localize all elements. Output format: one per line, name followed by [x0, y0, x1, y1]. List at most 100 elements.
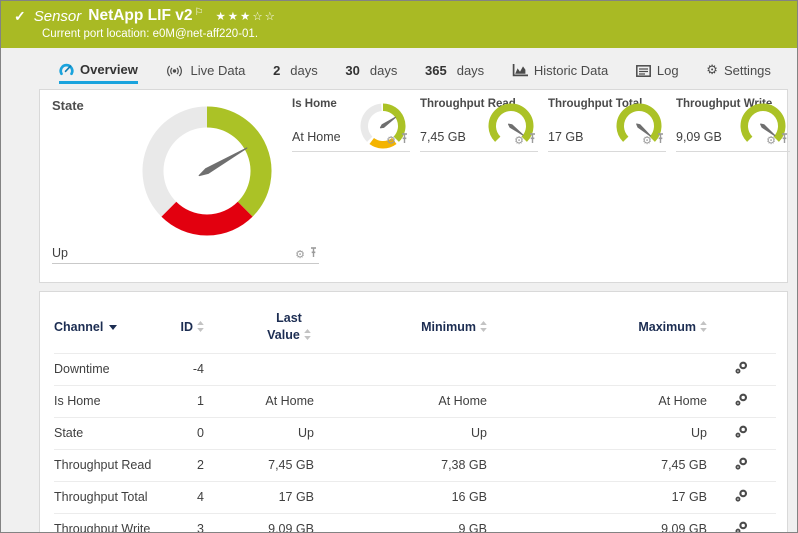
sensor-kind-label: Sensor [34, 8, 82, 25]
tab-bar: Overview Live Data 2 days 30 days 365 days Histo… [1, 48, 797, 87]
sensor-subtitle: Current port location: e0M@net-aff220-01… [42, 28, 787, 40]
channel-id-cell: 2 [154, 449, 204, 481]
channel-settings-icon[interactable] [735, 393, 748, 409]
gauge-pin-icon[interactable] [529, 131, 536, 149]
tab-30-days[interactable]: 30 days [345, 57, 397, 84]
state-gauge-footer: Up ⚙ [52, 242, 319, 264]
channel-name-cell: Throughput Total [54, 481, 154, 513]
channel-minimum-cell [314, 353, 487, 385]
table-row: Downtime-4 [54, 353, 776, 385]
channel-settings-icon[interactable] [735, 457, 748, 473]
gauge-pin-icon[interactable] [310, 247, 317, 261]
sensor-header: ✓ Sensor NetApp LIF v2 ⚐ ★★★☆☆ Current p… [1, 1, 797, 48]
sensor-title: NetApp LIF v2 [88, 7, 192, 25]
tab-label: Settings [724, 63, 771, 78]
gauge-settings-gear-icon[interactable]: ⚙ [766, 135, 776, 146]
mini-gauge-row: Is HomeAt Home⚙Throughput Read7,45 GB⚙Th… [292, 90, 790, 152]
channel-table: Channel ID Last Value Minimum Maximum Do… [54, 302, 776, 533]
tab-label: Historic Data [534, 63, 608, 78]
channel-name-cell: Throughput Read [54, 449, 154, 481]
tab-historic-data[interactable]: Historic Data [512, 57, 608, 84]
table-row: Throughput Write39,09 GB9 GB9,09 GB [54, 513, 776, 533]
tab-label: days [290, 63, 317, 78]
gauge-settings-gear-icon[interactable]: ⚙ [514, 135, 524, 146]
tab-label: Log [657, 63, 679, 78]
gauge-settings-gear-icon[interactable]: ⚙ [386, 135, 396, 146]
channel-maximum-cell: At Home [487, 385, 707, 417]
channel-last-value-cell [204, 353, 314, 385]
channel-id-cell: 0 [154, 417, 204, 449]
priority-stars[interactable]: ★★★☆☆ [215, 9, 277, 23]
channel-name-cell: Is Home [54, 385, 154, 417]
mini-gauge-value: 7,45 GB [420, 130, 466, 144]
gauge-icon [59, 62, 74, 76]
channel-settings-icon[interactable] [735, 521, 748, 533]
channel-id-cell: 3 [154, 513, 204, 533]
gauge-pin-icon[interactable] [657, 131, 664, 149]
channel-maximum-cell: Up [487, 417, 707, 449]
channel-id-cell: 4 [154, 481, 204, 513]
channel-last-value-cell: Up [204, 417, 314, 449]
historic-icon [512, 64, 528, 77]
column-header-minimum[interactable]: Minimum [314, 302, 487, 353]
gauge-settings-gear-icon[interactable]: ⚙ [642, 135, 652, 146]
tab-number: 365 [425, 63, 447, 78]
channel-last-value-cell: 17 GB [204, 481, 314, 513]
channel-minimum-cell: 7,38 GB [314, 449, 487, 481]
channel-last-value-cell: 7,45 GB [204, 449, 314, 481]
overview-gauges-panel: State Up ⚙ Is HomeAt Home⚙Throughput Rea… [39, 89, 788, 283]
channel-last-value-cell: 9,09 GB [204, 513, 314, 533]
table-header-row: Channel ID Last Value Minimum Maximum [54, 302, 776, 353]
status-check-icon: ✓ [14, 8, 26, 25]
channel-settings-icon[interactable] [735, 489, 748, 505]
channel-maximum-cell [487, 353, 707, 385]
channel-settings-icon[interactable] [735, 425, 748, 441]
tab-settings[interactable]: ⚙ Settings [706, 57, 771, 84]
channel-id-cell: 1 [154, 385, 204, 417]
tab-label: Overview [80, 62, 138, 77]
tab-number: 30 [345, 63, 359, 78]
tab-label: days [370, 63, 397, 78]
tab-log[interactable]: Log [636, 57, 679, 84]
tab-number: 2 [273, 63, 280, 78]
mini-gauge-throughput-write: Throughput Write9,09 GB⚙ [676, 90, 790, 152]
gauge-settings-gear-icon[interactable]: ⚙ [295, 249, 305, 260]
settings-gear-icon: ⚙ [706, 64, 718, 77]
column-header-channel[interactable]: Channel [54, 302, 154, 353]
channel-maximum-cell: 17 GB [487, 481, 707, 513]
column-header-id[interactable]: ID [154, 302, 204, 353]
column-header-maximum[interactable]: Maximum [487, 302, 707, 353]
channel-maximum-cell: 7,45 GB [487, 449, 707, 481]
channel-minimum-cell: 9 GB [314, 513, 487, 533]
tab-overview[interactable]: Overview [59, 57, 138, 84]
mini-gauge-is-home: Is HomeAt Home⚙ [292, 90, 410, 152]
channel-table-panel: Channel ID Last Value Minimum Maximum Do… [39, 291, 788, 533]
channel-minimum-cell: At Home [314, 385, 487, 417]
state-gauge [142, 106, 272, 241]
live-icon [165, 65, 184, 77]
mini-gauge-throughput-read: Throughput Read7,45 GB⚙ [420, 90, 538, 152]
tab-live-data[interactable]: Live Data [165, 57, 245, 84]
tab-label: days [457, 63, 484, 78]
channel-last-value-cell: At Home [204, 385, 314, 417]
tab-365-days[interactable]: 365 days [425, 57, 484, 84]
tab-label: Live Data [190, 63, 245, 78]
channel-settings-icon[interactable] [735, 361, 748, 377]
channel-minimum-cell: 16 GB [314, 481, 487, 513]
priority-flag-icon[interactable]: ⚐ [194, 7, 203, 18]
gauge-pin-icon[interactable] [781, 131, 788, 149]
mini-gauge-value: At Home [292, 130, 341, 144]
tab-2-days[interactable]: 2 days [273, 57, 318, 84]
channel-minimum-cell: Up [314, 417, 487, 449]
channel-name-cell: State [54, 417, 154, 449]
mini-gauge-value: 9,09 GB [676, 130, 722, 144]
channel-name-cell: Throughput Write [54, 513, 154, 533]
table-row: Throughput Total417 GB16 GB17 GB [54, 481, 776, 513]
sensor-page: ✓ Sensor NetApp LIF v2 ⚐ ★★★☆☆ Current p… [0, 0, 798, 533]
channel-name-cell: Downtime [54, 353, 154, 385]
gauge-pin-icon[interactable] [401, 131, 408, 149]
table-row: State0UpUpUp [54, 417, 776, 449]
mini-gauge-throughput-total: Throughput Total17 GB⚙ [548, 90, 666, 152]
channel-id-cell: -4 [154, 353, 204, 385]
column-header-last-value[interactable]: Last Value [204, 302, 314, 353]
